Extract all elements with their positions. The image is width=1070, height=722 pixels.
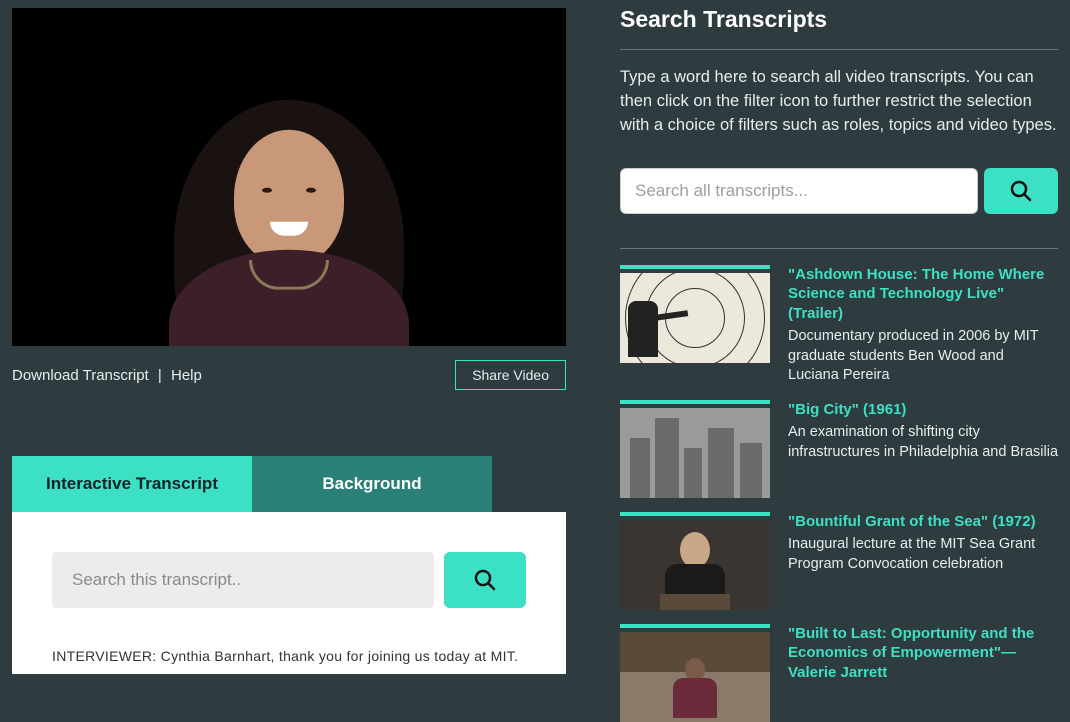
result-item[interactable]: "Big City" (1961) An examination of shif… — [620, 400, 1058, 498]
tab-background[interactable]: Background — [252, 456, 492, 512]
result-title[interactable]: "Bountiful Grant of the Sea" (1972) — [788, 512, 1058, 532]
video-still — [234, 130, 344, 265]
result-desc: Documentary produced in 2006 by MIT grad… — [788, 327, 1058, 386]
result-thumbnail[interactable] — [620, 408, 770, 498]
tab-interactive-transcript[interactable]: Interactive Transcript — [12, 456, 252, 512]
transcript-body: INTERVIEWER: Cynthia Barnhart, thank you… — [52, 648, 526, 664]
result-title[interactable]: "Built to Last: Opportunity and the Econ… — [788, 624, 1058, 683]
separator: | — [158, 367, 162, 384]
result-item[interactable]: "Built to Last: Opportunity and the Econ… — [620, 624, 1058, 722]
thumb-accent — [620, 265, 770, 269]
thumb-accent — [620, 400, 770, 404]
help-link[interactable]: Help — [171, 367, 202, 384]
result-desc: Inaugural lecture at the MIT Sea Grant P… — [788, 535, 1058, 574]
result-title[interactable]: "Big City" (1961) — [788, 400, 1058, 420]
transcript-search-button[interactable] — [444, 552, 526, 608]
search-transcripts-title: Search Transcripts — [620, 6, 1058, 33]
thumb-accent — [620, 512, 770, 516]
search-icon — [473, 568, 497, 592]
result-item[interactable]: "Bountiful Grant of the Sea" (1972) Inau… — [620, 512, 1058, 610]
download-transcript-link[interactable]: Download Transcript — [12, 367, 149, 384]
result-desc: An examination of shifting city infrastr… — [788, 423, 1058, 462]
result-thumbnail[interactable] — [620, 632, 770, 722]
search-icon — [1009, 179, 1033, 203]
result-item[interactable]: "Ashdown House: The Home Where Science a… — [620, 265, 1058, 386]
transcript-panel: INTERVIEWER: Cynthia Barnhart, thank you… — [12, 512, 566, 674]
global-search-input[interactable] — [620, 168, 978, 214]
thumb-accent — [620, 624, 770, 628]
video-player[interactable] — [12, 8, 566, 346]
under-video-links: Download Transcript | Help — [12, 367, 202, 384]
search-transcripts-desc: Type a word here to search all video tra… — [620, 66, 1058, 138]
result-title[interactable]: "Ashdown House: The Home Where Science a… — [788, 265, 1058, 324]
tabs: Interactive Transcript Background — [12, 456, 566, 512]
result-list: "Ashdown House: The Home Where Science a… — [620, 265, 1058, 722]
divider — [620, 248, 1058, 249]
divider — [620, 49, 1058, 50]
result-thumbnail[interactable] — [620, 273, 770, 363]
share-video-button[interactable]: Share Video — [455, 360, 566, 390]
result-thumbnail[interactable] — [620, 520, 770, 610]
transcript-search-input[interactable] — [52, 552, 434, 608]
global-search-button[interactable] — [984, 168, 1058, 214]
